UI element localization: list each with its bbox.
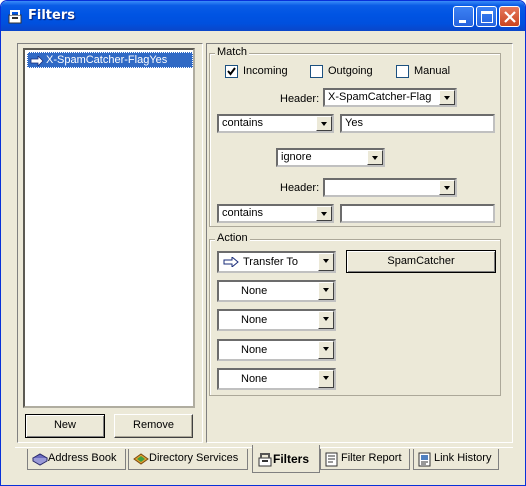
filter-list[interactable]: X-SpamCatcher-FlagYes <box>23 48 195 408</box>
filter-report-icon <box>325 452 338 467</box>
address-book-icon <box>32 453 48 466</box>
tab-directory-services[interactable]: Directory Services <box>128 449 248 470</box>
action-group-label: Action <box>215 232 250 244</box>
arrow-right-icon <box>223 257 239 267</box>
manual-label: Manual <box>414 65 451 77</box>
maximize-button[interactable] <box>476 6 497 27</box>
link-history-icon <box>418 452 431 467</box>
filter-icon <box>7 8 23 24</box>
window-title: Filters <box>28 8 75 23</box>
action4-select[interactable]: None <box>217 339 336 361</box>
tab-link-history[interactable]: Link History <box>413 449 499 470</box>
manual-checkbox[interactable] <box>396 65 409 78</box>
chevron-down-icon[interactable] <box>318 253 334 271</box>
header1-select[interactable]: X-SpamCatcher-Flag <box>323 88 457 107</box>
conjunction-value: ignore <box>281 151 312 163</box>
filter-icon <box>258 453 272 467</box>
action5-select[interactable]: None <box>217 368 336 390</box>
incoming-checkbox[interactable] <box>225 65 238 78</box>
header1-label: Header: <box>280 93 320 105</box>
chevron-down-icon[interactable] <box>316 206 332 221</box>
tab-label: Filters <box>273 452 310 466</box>
chevron-down-icon[interactable] <box>318 341 334 359</box>
tab-filters[interactable]: Filters <box>252 445 320 473</box>
chevron-down-icon[interactable] <box>318 282 334 300</box>
list-item[interactable]: X-SpamCatcher-FlagYes <box>27 52 193 68</box>
title-bar[interactable]: Filters <box>1 1 525 31</box>
new-button-label: New <box>53 419 76 431</box>
header2-select[interactable] <box>323 178 457 197</box>
tab-label: Address Book <box>48 452 117 464</box>
tab-label: Directory Services <box>149 452 239 464</box>
chevron-down-icon[interactable] <box>439 180 455 195</box>
chevron-down-icon[interactable] <box>318 311 334 329</box>
condition2-select[interactable]: contains <box>217 204 334 223</box>
spamcatcher-target-button[interactable]: SpamCatcher <box>346 250 496 273</box>
condition1-value: contains <box>222 117 263 129</box>
outgoing-label: Outgoing <box>328 65 373 77</box>
action3-select[interactable]: None <box>217 309 336 331</box>
action2-select[interactable]: None <box>217 280 336 302</box>
match-group-label: Match <box>215 46 249 58</box>
action4-value: None <box>241 344 268 356</box>
action5-value: None <box>241 373 268 385</box>
tab-label: Link History <box>434 452 492 464</box>
remove-button-label: Remove <box>133 419 174 431</box>
action1-value: Transfer To <box>243 256 299 268</box>
value1-text: Yes <box>345 117 363 129</box>
condition2-value: contains <box>222 207 263 219</box>
chevron-down-icon[interactable] <box>439 90 455 105</box>
filters-window: Filters X-SpamCatcher-FlagYes New Remove… <box>0 0 526 486</box>
action2-value: None <box>241 285 268 297</box>
close-button[interactable] <box>499 6 520 27</box>
chevron-down-icon[interactable] <box>318 370 334 388</box>
remove-button[interactable]: Remove <box>114 414 193 438</box>
value1-field[interactable]: Yes <box>340 114 495 133</box>
conjunction-select[interactable]: ignore <box>276 148 385 167</box>
action1-select[interactable]: Transfer To <box>217 251 336 273</box>
chevron-down-icon[interactable] <box>316 116 332 131</box>
header2-label: Header: <box>280 182 320 194</box>
chevron-down-icon[interactable] <box>367 150 383 165</box>
tab-label: Filter Report <box>341 452 402 464</box>
action3-value: None <box>241 314 268 326</box>
target-button-label: SpamCatcher <box>387 255 455 267</box>
condition1-select[interactable]: contains <box>217 114 334 133</box>
directory-services-icon <box>133 453 149 465</box>
incoming-label: Incoming <box>243 65 288 77</box>
list-item-label: X-SpamCatcher-FlagYes <box>46 54 168 66</box>
value2-field[interactable] <box>340 204 495 223</box>
outgoing-checkbox[interactable] <box>310 65 323 78</box>
minimize-button[interactable] <box>453 6 474 27</box>
arrow-right-icon <box>30 56 44 66</box>
tab-filter-report[interactable]: Filter Report <box>320 449 410 470</box>
header1-value: X-SpamCatcher-Flag <box>328 91 432 103</box>
tab-address-book[interactable]: Address Book <box>27 449 126 470</box>
match-group <box>209 53 501 227</box>
new-button[interactable]: New <box>25 414 105 438</box>
